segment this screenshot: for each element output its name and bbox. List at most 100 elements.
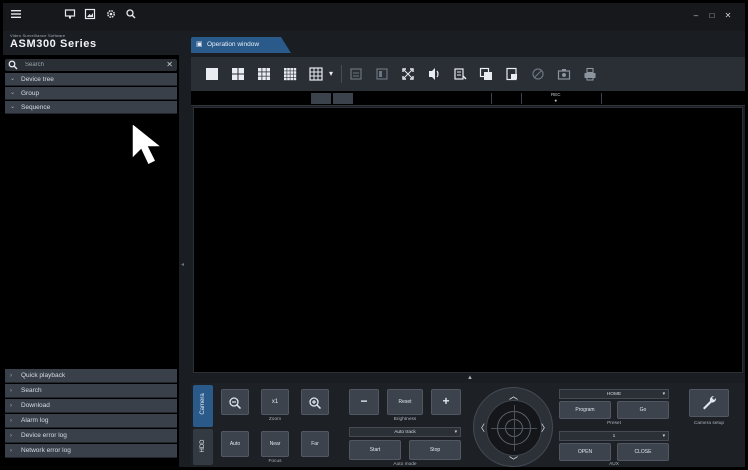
tree-item-sequence[interactable]: ⌄ Sequence [5,101,177,114]
brightness-minus-button[interactable]: − [349,389,379,415]
chevron-down-icon: ⌄ [10,90,16,96]
menu-item-label: Download [21,402,50,409]
audio-icon[interactable] [423,63,445,85]
video-display-area[interactable] [193,107,743,373]
auto-mode-start-button[interactable]: Start [349,440,401,460]
preset-program-button[interactable]: Program [559,401,611,419]
tab-camera-label: Camera [200,393,206,415]
auto-mode-select[interactable]: Auto track ▾ [349,427,461,437]
layout-16-icon[interactable] [279,63,301,85]
pan-down-icon[interactable]: ﹀ [509,454,518,467]
pan-up-icon[interactable]: ︿ [509,389,518,402]
layout-dropdown-icon[interactable]: ▾ [325,63,337,85]
menu-item-search[interactable]: › Search [5,384,177,398]
chevron-icon: › [10,418,12,424]
menu-item-label: Quick playback [21,372,66,379]
tree-item-label: Device tree [21,76,54,83]
focus-label: Focus [268,459,282,464]
chevron-down-icon: ⌄ [10,104,16,110]
zoom-in-icon [309,397,322,410]
chevron-down-icon: ⌄ [10,76,16,82]
image-icon[interactable] [83,8,97,22]
sequence-icon[interactable] [345,63,367,85]
chevron-icon: › [10,403,12,409]
settings-gear-icon[interactable] [104,8,118,22]
focus-far-button[interactable]: Far [301,431,329,457]
preset-select[interactable]: HOME ▾ [559,389,669,399]
preset-value: HOME [606,392,622,397]
aux-open-button[interactable]: OPEN [559,443,611,461]
zoom-in-button[interactable] [301,389,329,415]
tab-camera[interactable]: Camera [193,385,213,427]
monitor-icon[interactable] [63,8,77,22]
menu-icon[interactable] [9,8,23,22]
layout-9-icon[interactable] [253,63,275,85]
tab-label: Operation window [207,41,260,48]
auto-mode-value: Auto track [394,430,416,435]
status-divider [521,93,522,104]
zoom-x1-button[interactable]: x1 [261,389,289,415]
chevron-icon: › [10,433,12,439]
auto-mode-label: Auto mode [393,462,417,467]
camera-setup-button[interactable] [689,389,729,417]
search-input[interactable] [25,60,155,70]
aux-select[interactable]: 1 ▾ [559,431,669,441]
snapshot-list-icon[interactable] [501,63,523,85]
menu-item-network-error-log[interactable]: › Network error log [5,444,177,458]
menu-item-device-error-log[interactable]: › Device error log [5,429,177,443]
brightness-plus-button[interactable]: + [431,389,461,415]
zoom-out-icon [229,397,242,410]
rec-label: REC [551,92,561,97]
joystick-center [486,400,542,456]
maximize-button[interactable]: □ [707,11,717,20]
layout-1-icon[interactable] [201,63,223,85]
wrench-icon [703,395,717,410]
joystick-crosshair [491,428,537,429]
layout-4-icon[interactable] [227,63,249,85]
clear-search-icon[interactable]: ✕ [166,59,173,71]
preset-label: Preset [607,421,621,426]
menu-item-quick-playback[interactable]: › Quick playback [5,369,177,383]
brightness-reset-button[interactable]: Reset [387,389,423,415]
focus-near-button[interactable]: Near [261,431,289,457]
menu-item-alarm-log[interactable]: › Alarm log [5,414,177,428]
copy-image-icon[interactable] [475,63,497,85]
pan-right-icon[interactable]: 〉 [541,421,550,434]
status-divider [601,93,602,104]
camera-snapshot-icon[interactable] [553,63,575,85]
tree-item-device-tree[interactable]: ⌄ Device tree [5,73,177,86]
chevron-down-icon: ▾ [662,392,665,397]
pan-left-icon[interactable]: 〈 [476,421,485,434]
tab-hdd[interactable]: HDD [193,429,213,465]
ptz-joystick[interactable]: ︿ ﹀ 〈 〉 [473,387,553,467]
zoom-out-button[interactable] [221,389,249,415]
split-view-icon[interactable] [371,63,393,85]
auto-mode-stop-button[interactable]: Stop [409,440,461,460]
status-indicator [311,93,331,104]
toolbar-divider [341,65,342,83]
focus-auto-button[interactable]: Auto [221,431,249,457]
search-icon [8,59,18,74]
menu-item-label: Network error log [21,447,71,454]
fullscreen-icon[interactable] [397,63,419,85]
status-divider [491,93,492,104]
menu-item-download[interactable]: › Download [5,399,177,413]
chevron-down-icon: ▾ [662,434,665,439]
tree-item-group[interactable]: ⌄ Group [5,87,177,100]
minimize-button[interactable]: – [691,11,701,20]
tab-hdd-label: HDD [200,439,206,453]
preset-go-button[interactable]: Go [617,401,669,419]
brand-title: ASM300 Series [10,38,97,50]
tab-operation-window[interactable]: ▣ Operation window [191,37,291,53]
search-icon[interactable] [124,8,138,22]
panel-splitter-handle[interactable]: ◂ [181,261,184,271]
aux-close-button[interactable]: CLOSE [617,443,669,461]
print-icon[interactable] [579,63,601,85]
event-log-icon[interactable] [449,63,471,85]
collapse-ptz-icon[interactable]: ▲ [467,375,473,381]
close-button[interactable]: ✕ [723,11,733,20]
layout-multi-icon[interactable] [305,63,327,85]
ptz-disabled-icon[interactable] [527,63,549,85]
view-toolbar: ▾ [191,57,745,91]
window-icon: ▣ [196,41,203,48]
